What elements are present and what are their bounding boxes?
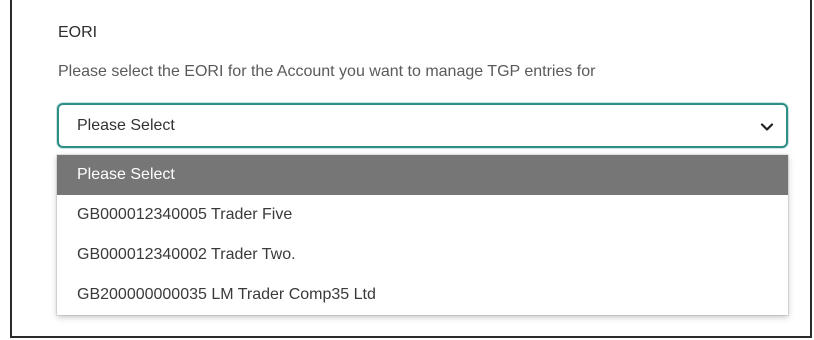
dropdown-option-trader-five[interactable]: GB000012340005 Trader Five — [57, 195, 788, 235]
eori-select-value: Please Select — [77, 117, 175, 134]
eori-dropdown-list: Please Select GB000012340005 Trader Five… — [57, 155, 788, 315]
eori-select[interactable]: Please Select — [57, 103, 788, 148]
dropdown-option-trader-two[interactable]: GB000012340002 Trader Two. — [57, 235, 788, 275]
dropdown-option-lm-trader-comp35[interactable]: GB200000000035 LM Trader Comp35 Ltd — [57, 275, 788, 315]
eori-label: EORI — [58, 24, 98, 41]
chevron-down-icon — [760, 123, 774, 131]
dropdown-option-please-select[interactable]: Please Select — [57, 155, 788, 195]
eori-hint-text: Please select the EORI for the Account y… — [58, 63, 596, 80]
form-panel: EORI Please select the EORI for the Acco… — [10, 0, 812, 338]
